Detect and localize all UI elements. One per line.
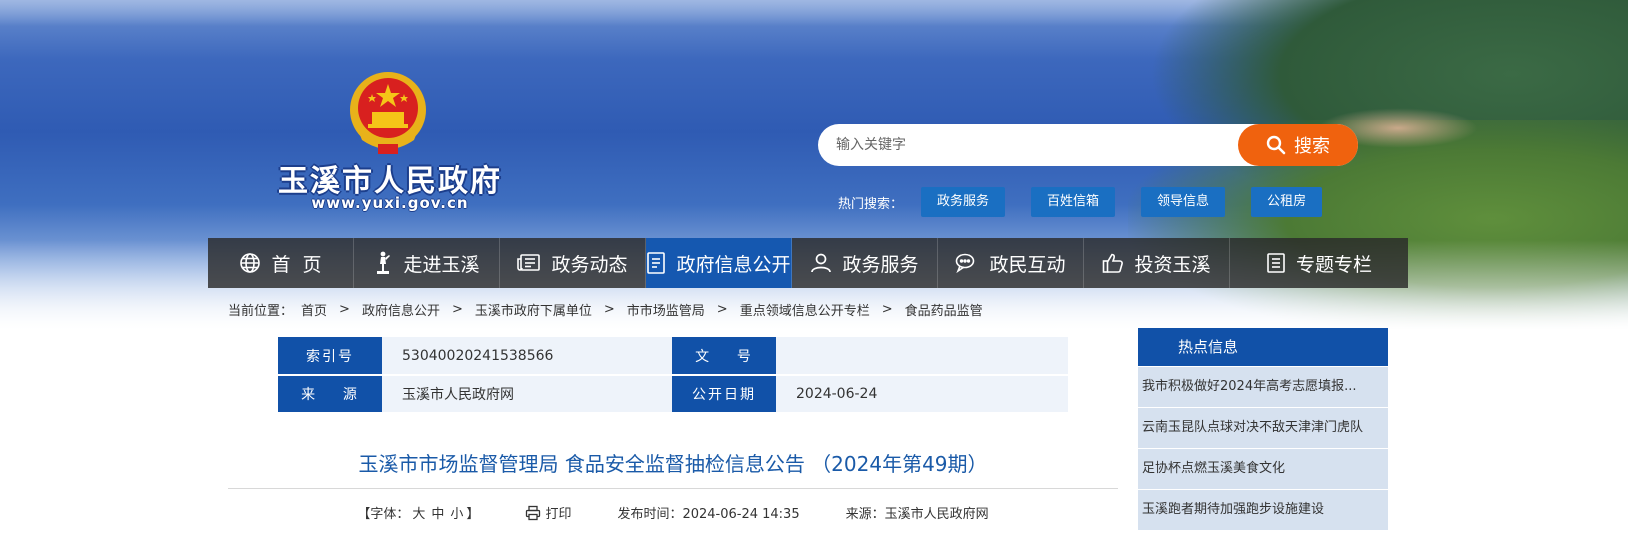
search-icon bbox=[1266, 135, 1286, 155]
nav-item-about-yuxi[interactable]: 走进玉溪 bbox=[354, 238, 500, 288]
hot-tag-mailbox[interactable]: 百姓信箱 bbox=[1031, 187, 1116, 217]
table-row: 索引号 53040020241538566 文 号 bbox=[278, 337, 1068, 376]
search-button-label: 搜索 bbox=[1294, 136, 1330, 157]
hot-search: 热门搜索： 政务服务 百姓信箱 领导信息 公租房 bbox=[838, 187, 1348, 217]
breadcrumb-separator: > bbox=[339, 302, 350, 317]
nav-label: 政务动态 bbox=[551, 253, 628, 276]
nav-item-gov-services[interactable]: 政务服务 bbox=[792, 238, 938, 288]
nav-label: 政务服务 bbox=[842, 253, 919, 276]
search-bar: 搜索 bbox=[818, 124, 1358, 166]
globe-icon bbox=[240, 253, 261, 273]
nav-label: 政民互动 bbox=[989, 253, 1066, 276]
newspaper-icon bbox=[517, 254, 541, 271]
font-size-large-button[interactable]: 大 bbox=[412, 503, 425, 522]
nav-item-home[interactable]: 首 页 bbox=[208, 238, 354, 288]
breadcrumb: 当前位置： 首页 > 政府信息公开 > 玉溪市政府下属单位 > 市市场监管局 >… bbox=[228, 300, 983, 319]
font-size-label: 【字体： bbox=[357, 507, 410, 522]
chat-icon bbox=[956, 253, 975, 274]
breadcrumb-item[interactable]: 玉溪市政府下属单位 bbox=[475, 300, 592, 319]
search-button[interactable]: 搜索 bbox=[1238, 124, 1358, 166]
printer-icon bbox=[526, 505, 541, 520]
doc-number-value bbox=[776, 337, 1068, 376]
publish-date-value: 2024-06-24 bbox=[776, 375, 1068, 414]
hot-search-label: 热门搜索： bbox=[838, 196, 904, 212]
source-label: 来 源 bbox=[278, 375, 382, 414]
breadcrumb-label: 当前位置： bbox=[228, 304, 294, 319]
nav-item-invest[interactable]: 投资玉溪 bbox=[1084, 238, 1230, 288]
national-emblem-icon bbox=[350, 72, 426, 154]
index-value: 53040020241538566 bbox=[382, 337, 672, 376]
breadcrumb-item[interactable]: 政府信息公开 bbox=[362, 300, 440, 319]
list-item[interactable]: 玉溪跑者期待加强跑步设施建设 bbox=[1138, 490, 1388, 530]
thumbs-up-icon bbox=[1103, 253, 1124, 273]
hot-info-panel: 热点信息 我市积极做好2024年高考志愿填报... 云南玉昆队点球对决不敌天津津… bbox=[1138, 328, 1388, 530]
nav-label: 专题专栏 bbox=[1295, 253, 1372, 276]
article-title: 玉溪市市场监督管理局 食品安全监督抽检信息公告 （2024年第49期） bbox=[358, 452, 988, 476]
person-icon bbox=[811, 253, 832, 273]
document-icon bbox=[647, 252, 666, 274]
article-meta: 【字体： 大 中 小 】 打印 发布时间：2024-06-24 14:35 来源… bbox=[228, 503, 1118, 522]
article-source: 来源：玉溪市人民政府网 bbox=[845, 507, 989, 522]
nav-label: 政府信息公开 bbox=[676, 253, 791, 276]
hot-info-title: 热点信息 bbox=[1138, 328, 1388, 366]
font-size-end: 】 bbox=[466, 507, 480, 522]
nav-item-interaction[interactable]: 政民互动 bbox=[938, 238, 1084, 288]
breadcrumb-item[interactable]: 首页 bbox=[301, 300, 327, 319]
hot-tag-leaders[interactable]: 领导信息 bbox=[1141, 187, 1226, 217]
search-input[interactable] bbox=[836, 124, 1216, 166]
list-item[interactable]: 云南玉昆队点球对决不敌天津津门虎队 bbox=[1138, 408, 1388, 448]
breadcrumb-item[interactable]: 食品药品监管 bbox=[905, 300, 983, 319]
site-logo[interactable]: 玉溪市人民政府 www.yuxi.gov.cn bbox=[270, 70, 510, 220]
font-size-control: 【字体： 大 中 小 】 bbox=[357, 503, 479, 522]
table-row: 来 源 玉溪市人民政府网 公开日期 2024-06-24 bbox=[278, 375, 1068, 414]
list-icon bbox=[1267, 253, 1285, 273]
main-nav: 首 页 走进玉溪 政务动态 政府信息公开 政务服务 政民互动 投资玉溪 专题专栏 bbox=[208, 238, 1408, 288]
document-info-table: 索引号 53040020241538566 文 号 来 源 玉溪市人民政府网 公… bbox=[278, 337, 1068, 414]
statue-icon bbox=[377, 251, 391, 274]
breadcrumb-separator: > bbox=[451, 302, 463, 317]
list-item[interactable]: 足协杯点燃玉溪美食文化 bbox=[1138, 449, 1388, 489]
breadcrumb-item[interactable]: 市市场监管局 bbox=[627, 300, 705, 319]
publish-time: 发布时间：2024-06-24 14:35 bbox=[617, 507, 800, 522]
index-label: 索引号 bbox=[278, 337, 382, 376]
site-url: www.yuxi.gov.cn bbox=[311, 194, 469, 212]
nav-label: 首 页 bbox=[271, 253, 322, 276]
font-size-small-button[interactable]: 小 bbox=[450, 503, 463, 522]
hot-tag-public-housing[interactable]: 公租房 bbox=[1251, 187, 1323, 217]
print-button[interactable]: 打印 bbox=[525, 503, 571, 522]
nav-item-special-topics[interactable]: 专题专栏 bbox=[1230, 238, 1408, 288]
nav-item-gov-news[interactable]: 政务动态 bbox=[500, 238, 646, 288]
breadcrumb-item[interactable]: 重点领域信息公开专栏 bbox=[740, 300, 870, 319]
breadcrumb-separator: > bbox=[603, 302, 615, 317]
font-size-medium-button[interactable]: 中 bbox=[431, 503, 444, 522]
source-value: 玉溪市人民政府网 bbox=[382, 375, 672, 414]
doc-number-label: 文 号 bbox=[672, 337, 776, 376]
nav-label: 投资玉溪 bbox=[1134, 253, 1211, 276]
print-label: 打印 bbox=[545, 507, 572, 522]
hot-tag-gov-services[interactable]: 政务服务 bbox=[921, 187, 1006, 217]
nav-item-gov-disclosure[interactable]: 政府信息公开 bbox=[646, 238, 792, 288]
breadcrumb-separator: > bbox=[881, 302, 893, 317]
breadcrumb-separator: > bbox=[716, 302, 728, 317]
divider bbox=[228, 488, 1118, 489]
nav-label: 走进玉溪 bbox=[403, 253, 480, 276]
list-item[interactable]: 我市积极做好2024年高考志愿填报... bbox=[1138, 367, 1388, 407]
publish-date-label: 公开日期 bbox=[672, 375, 776, 414]
